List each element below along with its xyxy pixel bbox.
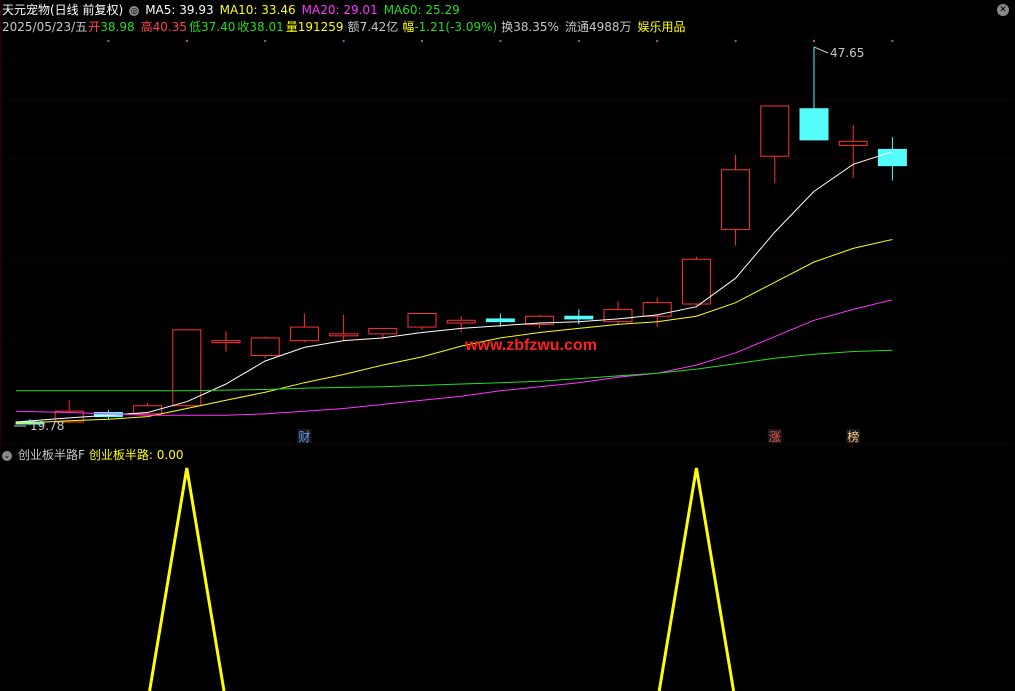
event-marker-text: 榜 — [847, 429, 859, 444]
marker-dot — [577, 40, 580, 42]
candle-body-up — [329, 333, 359, 337]
marker-dot — [107, 40, 110, 42]
watermark-text: www.zbfzwu.com — [464, 337, 597, 354]
candle-body-up — [289, 326, 319, 342]
marker-dot — [342, 40, 345, 42]
candle-body-up — [760, 105, 790, 157]
indicator-menu-icon[interactable]: ⌄ — [2, 450, 12, 461]
annotations-layer: 47.65 19.78 — [14, 46, 864, 433]
annotation-arrow — [813, 46, 829, 54]
indicator-peak — [148, 467, 226, 691]
high-price-label: 47.65 — [830, 46, 864, 60]
candle-body-up — [681, 258, 711, 305]
indicator-name[interactable]: 创业板半路F — [18, 448, 85, 462]
marker-dot — [734, 40, 737, 42]
event-marker-text: 涨 — [769, 429, 781, 444]
low-price-label: 19.78 — [30, 419, 64, 433]
candle-body-down — [564, 315, 594, 320]
marker-dot — [264, 40, 267, 42]
candlestick-chart[interactable]: www.zbfzwu.com 47.65 19.78 财 涨 榜 — [0, 0, 1015, 445]
candle-body-up — [838, 140, 868, 146]
candle-body-up — [407, 313, 437, 328]
indicator-header: ⌄ 创业板半路F 创业板半路: 0.00 — [2, 448, 189, 462]
indicator-value: 创业板半路: 0.00 — [88, 448, 184, 462]
event-markers-layer: 财涨榜 — [297, 429, 861, 444]
indicator-peak — [657, 467, 736, 691]
ma-line-ma20 — [15, 299, 893, 416]
marker-dot — [499, 40, 502, 42]
indicator-series-layer — [148, 467, 736, 691]
candles-layer — [15, 47, 907, 425]
ma-lines-layer — [15, 151, 893, 424]
grid-lines — [0, 0, 1015, 445]
candle-body-up — [172, 329, 202, 407]
marker-dot — [891, 40, 894, 42]
candle-body-up — [642, 302, 672, 317]
candle-body-up — [721, 169, 751, 230]
candle-body-down — [799, 108, 829, 141]
candle-body-down — [485, 318, 515, 323]
top-marker-dots — [107, 40, 894, 42]
marker-dot — [421, 40, 423, 42]
ma-line-ma60 — [16, 349, 893, 392]
marker-dot — [813, 40, 815, 42]
marker-dot — [656, 40, 659, 42]
marker-dot — [185, 40, 188, 42]
candle-body-up — [250, 337, 280, 357]
candle-body-up — [211, 340, 241, 344]
ma-line-ma5 — [15, 151, 893, 423]
event-marker-text: 财 — [298, 430, 310, 444]
indicator-chart[interactable] — [0, 462, 1015, 691]
candle-body-up — [446, 319, 476, 324]
ma-line-ma10 — [15, 239, 893, 424]
candle-body-up — [368, 327, 398, 335]
